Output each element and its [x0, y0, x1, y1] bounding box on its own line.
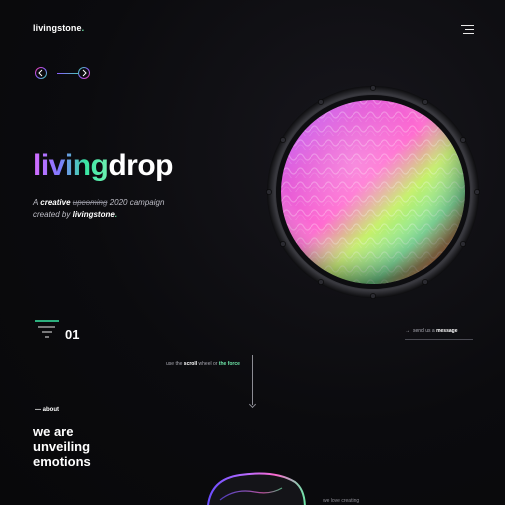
tagline-rest: 2020 campaign [109, 198, 165, 207]
section-lines-icon [35, 320, 59, 340]
scroll-indicator-line [252, 355, 253, 405]
chevron-down-icon [248, 400, 257, 409]
brand-name: livingstone [33, 23, 82, 33]
arrow-right-icon: → [405, 328, 410, 334]
section-number: 01 [65, 327, 80, 342]
hero-title-part1: living [33, 149, 109, 182]
tagline-a: A [33, 198, 39, 207]
brand-logo[interactable]: livingstone. [33, 23, 84, 33]
tagline-struck: upcoming [72, 198, 108, 207]
hamburger-icon[interactable] [461, 25, 474, 35]
brand-dot: . [81, 23, 85, 33]
arrow-left-icon[interactable] [35, 67, 47, 79]
liquid-blob-image [200, 470, 310, 505]
hero-tagline: A creative upcoming 2020 campaign create… [33, 197, 193, 221]
send-message-link[interactable]: → send us a message [405, 328, 473, 340]
hero-title-part2: drop [108, 149, 173, 182]
tagline-creative: creative [40, 198, 71, 207]
tagline-created-by: created by [33, 210, 71, 219]
scroll-hint: use the scroll wheel or the force [166, 361, 240, 367]
arrow-right-icon[interactable] [78, 67, 90, 79]
about-label: — about [35, 407, 59, 413]
about-title: we are unveiling emotions [33, 424, 91, 469]
page: livingstone. livingdrop A creative upcom… [0, 0, 505, 505]
about-teaser: we love creating [323, 498, 360, 504]
hero-title: livingdrop [33, 148, 173, 184]
tagline-brand: livingstone. [72, 210, 118, 219]
liquid-orb-image [255, 80, 483, 302]
